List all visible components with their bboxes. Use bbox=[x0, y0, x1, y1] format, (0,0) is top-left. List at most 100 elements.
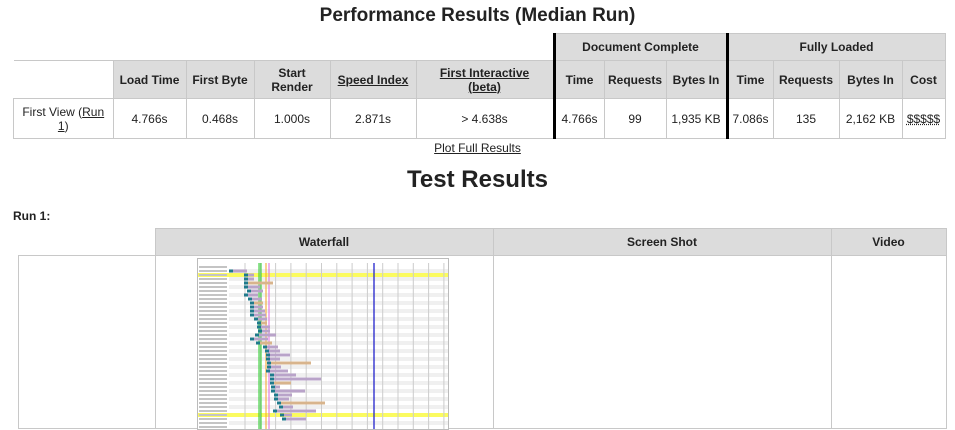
request-bar bbox=[269, 349, 280, 353]
request-bar bbox=[251, 289, 263, 293]
first-interactive-link[interactable]: First Interactive bbox=[440, 66, 529, 80]
request-label bbox=[199, 298, 227, 300]
video-header: Video bbox=[830, 228, 947, 256]
full-bytes-header: Bytes In bbox=[838, 60, 903, 99]
request-label bbox=[199, 386, 227, 388]
dns-bar bbox=[266, 353, 270, 357]
request-bar bbox=[277, 409, 316, 413]
request-bar bbox=[270, 369, 288, 373]
request-label bbox=[199, 318, 227, 320]
request-bar bbox=[286, 417, 306, 421]
row-stripe bbox=[229, 365, 448, 369]
request-label bbox=[199, 310, 227, 312]
dns-bar bbox=[270, 381, 274, 385]
request-label bbox=[199, 394, 227, 396]
doc-bytes-value: 1,935 KB bbox=[665, 98, 728, 139]
dns-bar bbox=[256, 341, 260, 345]
request-bar bbox=[261, 325, 270, 329]
row-label: First View (Run 1) bbox=[13, 98, 114, 139]
dns-bar bbox=[254, 317, 258, 321]
full-time-header: Time bbox=[725, 60, 774, 99]
request-bar bbox=[248, 293, 258, 297]
dns-bar bbox=[270, 373, 274, 377]
waterfall-thumbnail[interactable] bbox=[197, 258, 449, 430]
fully-loaded-header: Fully Loaded bbox=[725, 33, 946, 61]
beta-link[interactable]: (beta) bbox=[468, 80, 501, 94]
request-bar bbox=[270, 353, 290, 357]
row-stripe bbox=[229, 381, 448, 385]
dns-bar bbox=[265, 349, 269, 353]
run-label: Run 1: bbox=[13, 209, 51, 223]
request-label bbox=[199, 414, 227, 416]
request-bar bbox=[254, 301, 263, 305]
dns-bar bbox=[266, 369, 270, 373]
dns-bar bbox=[257, 321, 261, 325]
request-label bbox=[199, 306, 227, 308]
request-bar bbox=[275, 385, 280, 389]
request-label bbox=[199, 362, 227, 364]
request-bar bbox=[281, 401, 325, 405]
request-label bbox=[199, 358, 227, 360]
request-label bbox=[199, 322, 227, 324]
request-bar bbox=[254, 313, 266, 317]
speed-index-value: 2.871s bbox=[329, 98, 417, 139]
row-stripe bbox=[229, 349, 448, 353]
request-label bbox=[199, 382, 227, 384]
row-stripe bbox=[229, 389, 448, 393]
dns-bar bbox=[258, 329, 262, 333]
request-label bbox=[199, 402, 227, 404]
dns-bar bbox=[263, 345, 267, 349]
video-cell[interactable] bbox=[830, 255, 947, 429]
request-label bbox=[199, 334, 227, 336]
request-label bbox=[199, 330, 227, 332]
request-bar bbox=[275, 389, 305, 393]
dns-bar bbox=[257, 325, 261, 329]
speed-index-link[interactable]: Speed Index bbox=[338, 73, 409, 87]
dns-bar bbox=[266, 357, 270, 361]
cost-link[interactable]: $$$$$ bbox=[907, 112, 940, 126]
table-row: First View (Run 1) 4.766s 0.468s 1.000s … bbox=[13, 98, 946, 139]
test-results-title: Test Results bbox=[407, 166, 548, 193]
dns-bar bbox=[229, 269, 233, 273]
request-label bbox=[199, 426, 227, 428]
start-render-header: Start Render bbox=[253, 60, 331, 99]
row-stripe bbox=[229, 421, 448, 425]
screenshot-cell[interactable] bbox=[492, 255, 832, 429]
waterfall-header: Waterfall bbox=[154, 228, 494, 256]
dns-bar bbox=[244, 281, 248, 285]
dns-bar bbox=[250, 337, 254, 341]
request-label bbox=[199, 326, 227, 328]
dns-bar bbox=[274, 397, 278, 401]
request-bar bbox=[278, 397, 289, 401]
waterfall-chart bbox=[198, 263, 448, 429]
request-bar bbox=[267, 345, 278, 349]
request-label bbox=[199, 410, 227, 412]
request-bar bbox=[274, 377, 321, 381]
full-time-value: 7.086s bbox=[725, 98, 774, 139]
full-requests-value: 135 bbox=[772, 98, 840, 139]
dns-bar bbox=[271, 389, 275, 393]
request-bar bbox=[252, 297, 262, 301]
first-byte-value: 0.468s bbox=[185, 98, 255, 139]
dns-bar bbox=[255, 333, 259, 337]
load-time-value: 4.766s bbox=[112, 98, 187, 139]
request-label bbox=[199, 338, 227, 340]
request-bar bbox=[261, 321, 267, 325]
plot-full-results-link[interactable]: Plot Full Results bbox=[434, 141, 521, 155]
dns-bar bbox=[250, 309, 254, 313]
request-bar bbox=[260, 341, 272, 345]
row-stripe bbox=[229, 357, 448, 361]
request-label bbox=[199, 346, 227, 348]
request-bar bbox=[271, 361, 311, 365]
request-label bbox=[199, 422, 227, 424]
dns-bar bbox=[247, 289, 251, 293]
document-complete-header: Document Complete bbox=[552, 33, 728, 61]
request-bar bbox=[254, 309, 265, 313]
dns-bar bbox=[282, 417, 286, 421]
row-stripe bbox=[229, 269, 448, 273]
request-label bbox=[199, 282, 227, 284]
request-label bbox=[199, 374, 227, 376]
dns-bar bbox=[274, 393, 278, 397]
row-highlight bbox=[198, 273, 448, 277]
request-bar bbox=[271, 365, 281, 369]
